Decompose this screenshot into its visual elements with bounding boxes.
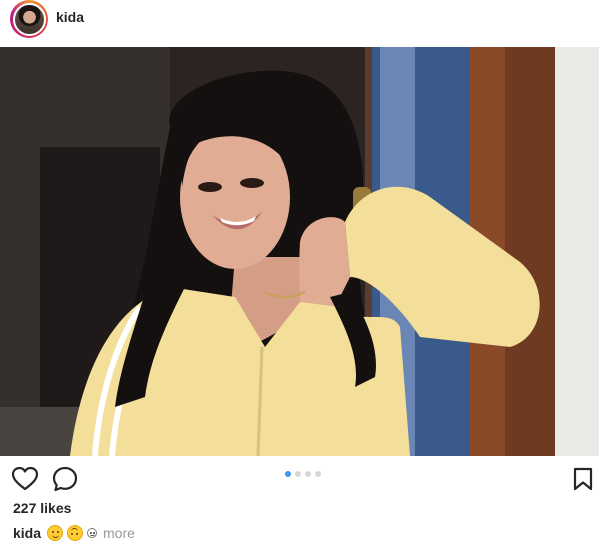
small-face-icon xyxy=(87,528,98,538)
post-photo[interactable] xyxy=(0,47,599,456)
carousel-dot[interactable] xyxy=(305,471,311,477)
instagram-post: kida 227 likes kida more xyxy=(0,0,599,546)
avatar-ring[interactable] xyxy=(10,0,48,38)
carousel-indicator xyxy=(285,471,321,477)
bookmark-icon[interactable] xyxy=(570,466,596,492)
more-link[interactable]: more xyxy=(103,525,135,541)
upside-down-face-icon xyxy=(67,525,84,541)
carousel-dot[interactable] xyxy=(295,471,301,477)
caption-username[interactable]: kida xyxy=(13,525,41,541)
post-header: kida xyxy=(0,0,599,46)
action-bar xyxy=(0,460,599,494)
likes-count[interactable]: 227 likes xyxy=(13,500,71,516)
heart-outline-icon[interactable] xyxy=(12,466,38,492)
caption: kida more xyxy=(13,525,135,541)
carousel-dot[interactable] xyxy=(315,471,321,477)
carousel-dot[interactable] xyxy=(285,471,291,477)
header-username[interactable]: kida xyxy=(56,9,84,25)
smiling-face-icon xyxy=(47,525,64,541)
photo-illustration xyxy=(0,47,599,456)
avatar[interactable] xyxy=(12,2,46,36)
comment-bubble-icon[interactable] xyxy=(52,466,78,492)
